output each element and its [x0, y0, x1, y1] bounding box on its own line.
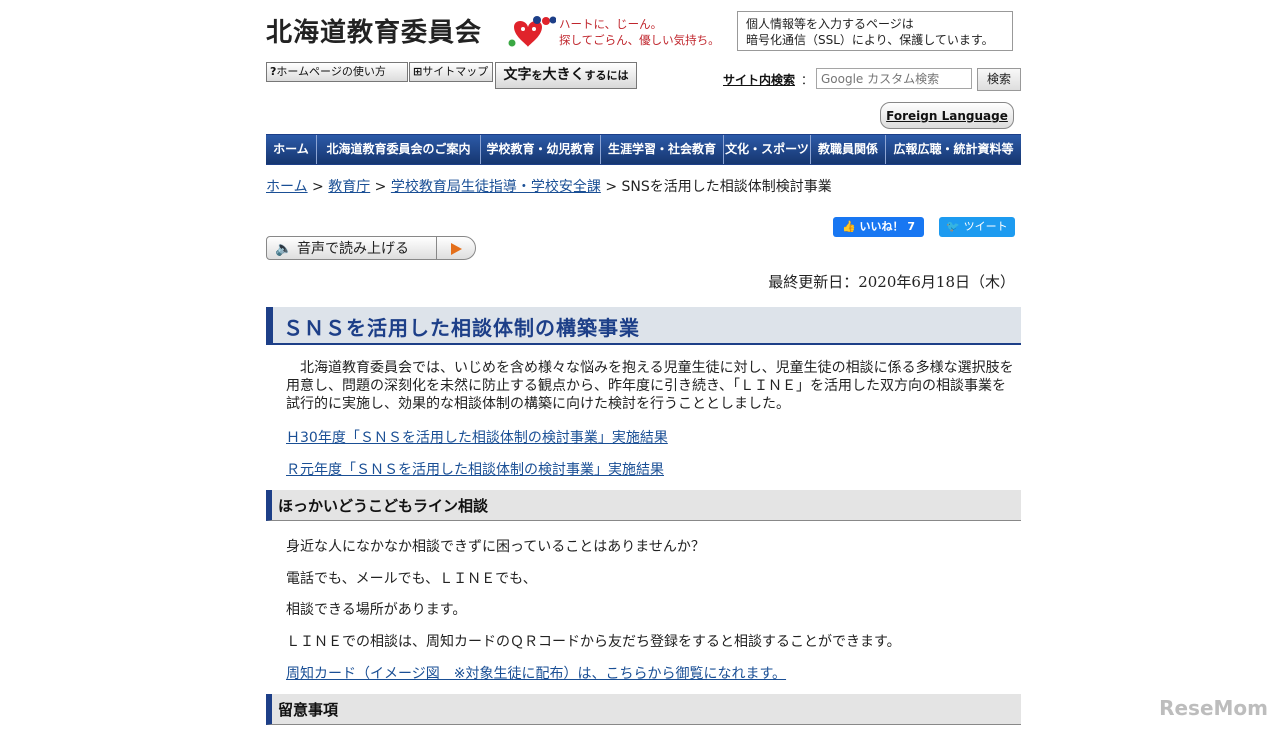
section-heading-notes: 留意事項	[266, 694, 1021, 725]
enlarge-text-label-b: を	[531, 69, 543, 82]
notice-card-link[interactable]: 周知カード（イメージ図 ※対象生徒に配布）は、こちらから御覧になれます。	[286, 663, 786, 683]
nav-item-home[interactable]: ホーム	[266, 135, 317, 164]
ssl-notice-line-1: 個人情報等を入力するページは	[746, 17, 914, 31]
sitemap-icon: ⊞	[413, 65, 423, 78]
heart-mascot-icon	[508, 16, 556, 47]
read-aloud-label: 音声で読み上げる	[297, 241, 409, 257]
breadcrumb: ホーム > 教育庁 > 学校教育局生徒指導・学校安全課 > SNSを活用した相談…	[266, 176, 832, 196]
ssl-notice: 個人情報等を入力するページは 暗号化通信（SSL）により、保護しています。	[737, 11, 1013, 51]
section-heading-line-consultation: ほっかいどうこどもライン相談	[266, 490, 1021, 521]
site-search-label[interactable]: サイト内検索	[723, 71, 795, 88]
twitter-bird-icon: 🐦	[946, 220, 964, 233]
resemom-watermark-logo: ReseMom	[1159, 696, 1268, 720]
howto-button[interactable]: ?ホームページの使い方	[266, 62, 408, 82]
body-text: ＬＩＮＥでの相談は、周知カードのＱＲコードから友だち登録をすると相談することがで…	[286, 634, 901, 650]
breadcrumb-separator: >	[600, 179, 622, 195]
page-heading: ＳＮＳを活用した相談体制の構築事業	[266, 307, 1021, 345]
last-updated: 最終更新日：2020年6月18日（木）	[768, 273, 1015, 291]
read-aloud-button[interactable]: 🔈 音声で読み上げる	[266, 236, 438, 260]
tweet-label: ツイート	[963, 220, 1008, 233]
speaker-icon: 🔈	[275, 241, 293, 257]
sitemap-button[interactable]: ⊞サイトマップ	[409, 62, 493, 82]
body-text: 身近な人になかなか相談できずに困っていることはありませんか？	[286, 539, 705, 555]
breadcrumb-home-link[interactable]: ホーム	[266, 179, 308, 195]
site-title[interactable]: 北海道教育委員会	[266, 12, 482, 49]
body-text: 電話でも、メールでも、ＬＩＮＥでも、	[286, 571, 537, 587]
nav-item-culture-sports[interactable]: 文化・スポーツ	[724, 135, 811, 164]
r1-results-link[interactable]: Ｒ元年度「ＳＮＳを活用した相談体制の検討事業」実施結果	[286, 459, 664, 479]
enlarge-text-button[interactable]: 文字を大きくするには	[495, 62, 637, 89]
read-aloud-play-button[interactable]	[436, 236, 476, 260]
page-wrapper: 北海道教育委員会 ハートに、じーん。 探してごらん、優しい気持ち。 個人情報等を…	[266, 0, 1021, 729]
ssl-notice-line-2: 暗号化通信（SSL）により、保護しています。	[746, 33, 994, 47]
sitemap-label: サイトマップ	[422, 65, 489, 78]
nav-item-pr-statistics[interactable]: 広報広聴・統計資料等	[886, 135, 1021, 164]
thumbs-up-icon: 👍	[841, 220, 860, 233]
breadcrumb-board-link[interactable]: 教育庁	[328, 179, 370, 195]
read-aloud-widget: 🔈 音声で読み上げる	[266, 236, 476, 262]
intro-paragraph: 北海道教育委員会では、いじめを含め様々な悩みを抱える児童生徒に対し、児童生徒の相…	[286, 360, 1014, 412]
global-nav: ホーム 北海道教育委員会のご案内 学校教育・幼児教育 生涯学習・社会教育 文化・…	[266, 134, 1021, 165]
tagline-line-1: ハートに、じーん。	[559, 17, 663, 31]
breadcrumb-separator: >	[370, 179, 391, 195]
search-button[interactable]: 検索	[977, 68, 1021, 91]
tagline-line-2: 探してごらん、優しい気持ち。	[559, 33, 720, 47]
site-search-colon: ：	[801, 73, 814, 87]
breadcrumb-division-link[interactable]: 学校教育局生徒指導・学校安全課	[391, 179, 601, 195]
search-input[interactable]	[816, 68, 972, 89]
section-title: 留意事項	[278, 701, 339, 719]
body-text: 相談できる場所があります。	[286, 602, 467, 618]
enlarge-text-label-d: するには	[584, 69, 629, 82]
enlarge-text-label-c: 大きく	[542, 67, 585, 83]
breadcrumb-current: SNSを活用した相談体制検討事業	[621, 179, 832, 195]
enlarge-text-label-a: 文字	[503, 67, 532, 83]
howto-label: ホームページの使い方	[276, 65, 386, 78]
nav-item-school-education[interactable]: 学校教育・幼児教育	[481, 135, 601, 164]
section-title: ほっかいどうこどもライン相談	[278, 497, 489, 515]
nav-item-staff[interactable]: 教職員関係	[811, 135, 886, 164]
nav-item-about[interactable]: 北海道教育委員会のご案内	[317, 135, 481, 164]
foreign-language-button[interactable]: Foreign Language	[880, 102, 1014, 129]
facebook-like-button[interactable]: 👍 いいね！ 7	[833, 217, 924, 237]
breadcrumb-separator: >	[307, 179, 329, 195]
like-label: いいね！ 7	[859, 220, 915, 233]
tagline: ハートに、じーん。 探してごらん、優しい気持ち。	[559, 16, 720, 48]
h30-results-link[interactable]: Ｈ30年度「ＳＮＳを活用した相談体制の検討事業」実施結果	[286, 427, 668, 447]
play-icon	[451, 243, 462, 255]
tweet-button[interactable]: 🐦 ツイート	[939, 217, 1015, 237]
page-title: ＳＮＳを活用した相談体制の構築事業	[283, 316, 640, 340]
nav-item-lifelong-learning[interactable]: 生涯学習・社会教育	[601, 135, 724, 164]
